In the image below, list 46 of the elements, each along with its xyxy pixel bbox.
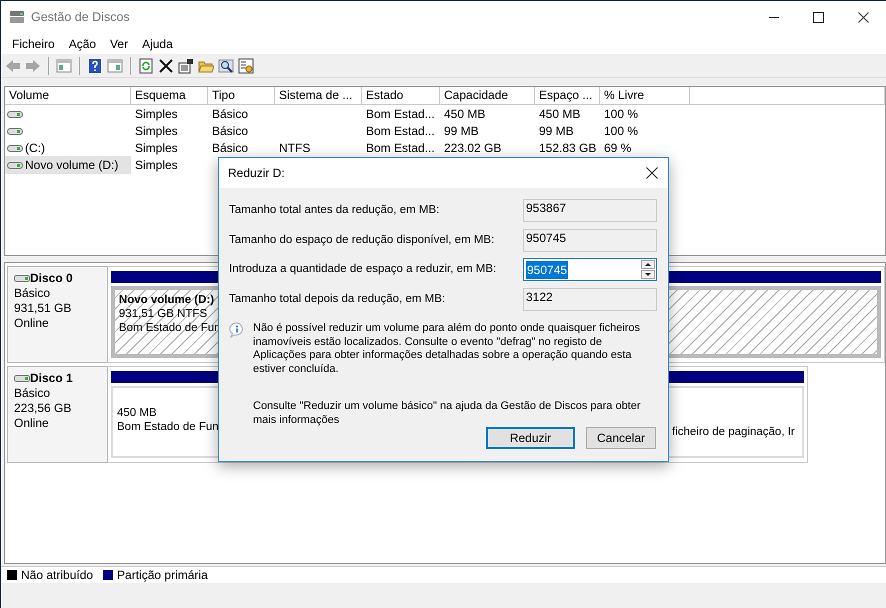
table-cell: Bom Estad... [366,141,435,155]
disk-size: 931,51 GB [14,301,72,316]
table-cell: Simples [135,124,178,138]
disk-status: Online [14,316,50,331]
info-text: Não é possível reduzir um volume para além do ponto onde quaisquer ficheiros inamovíveis estão localizados. Consulte o evento "defrag" no registo de Aplicações para obter informações detalhadas sobre a operação quando esta estiver concluída. [253,322,642,376]
table-cell: 99 MB [539,124,574,138]
table-cell: Bom Estad... [366,124,435,138]
table-cell: 69 % [604,141,632,155]
disk-type: Básico [14,386,52,401]
table-cell: Básico [212,107,248,121]
table-cell: Simples [135,158,178,172]
readonly-field: 950745 [523,228,657,252]
table-cell: 450 MB [444,107,486,121]
table-cell: 100 % [604,107,638,121]
partition-info: 450 MB [117,406,157,420]
field-label: Tamanho total antes da redução, em MB: [229,203,440,218]
help-text: Consulte "Reduzir um volume básico" na ajuda da Gestão de Discos para obter mais informações [253,400,642,427]
legend-label: Partição primária [117,567,208,584]
partition-name: Novo volume (D:) [118,293,214,307]
readonly-field: 3122 [523,288,657,311]
partition-info: Bom Estado de Fun [117,420,219,434]
disk-name: Disco 0 [30,271,73,286]
table-cell: 152.83 GB [539,141,596,155]
partition-info: ficheiro de paginação, Ir [672,425,795,439]
table-cell: Básico [212,124,248,138]
dialog-title: Reduzir D: [228,165,285,182]
partition-info: 931,51 GB NTFS [118,307,208,321]
field-label: Tamanho total depois da redução, em MB: [229,292,446,307]
table-cell: 99 MB [444,124,479,138]
disk-size: 223,56 GB [14,401,72,416]
table-cell: 100 % [604,124,638,138]
legend-label: Não atribuído [21,567,94,584]
window-title: Gestão de Discos [31,8,130,26]
field-label: Introduza a quantidade de espaço a reduzir, em MB: [229,262,496,278]
field-label: Tamanho do espaço de redução disponível, em MB: [229,232,494,248]
disk-status: Online [14,416,50,431]
table-cell: Simples [135,141,178,155]
table-cell: Simples [135,107,178,121]
table-cell: NTFS [279,141,310,155]
disk-name: Disco 1 [30,371,73,386]
readonly-field: 953867 [523,199,657,222]
table-cell: 223.02 GB [444,141,502,155]
table-cell: Bom Estad... [366,107,435,121]
table-cell: Básico [212,141,248,155]
table-cell: 450 MB [539,107,580,121]
disk-type: Básico [14,286,52,301]
